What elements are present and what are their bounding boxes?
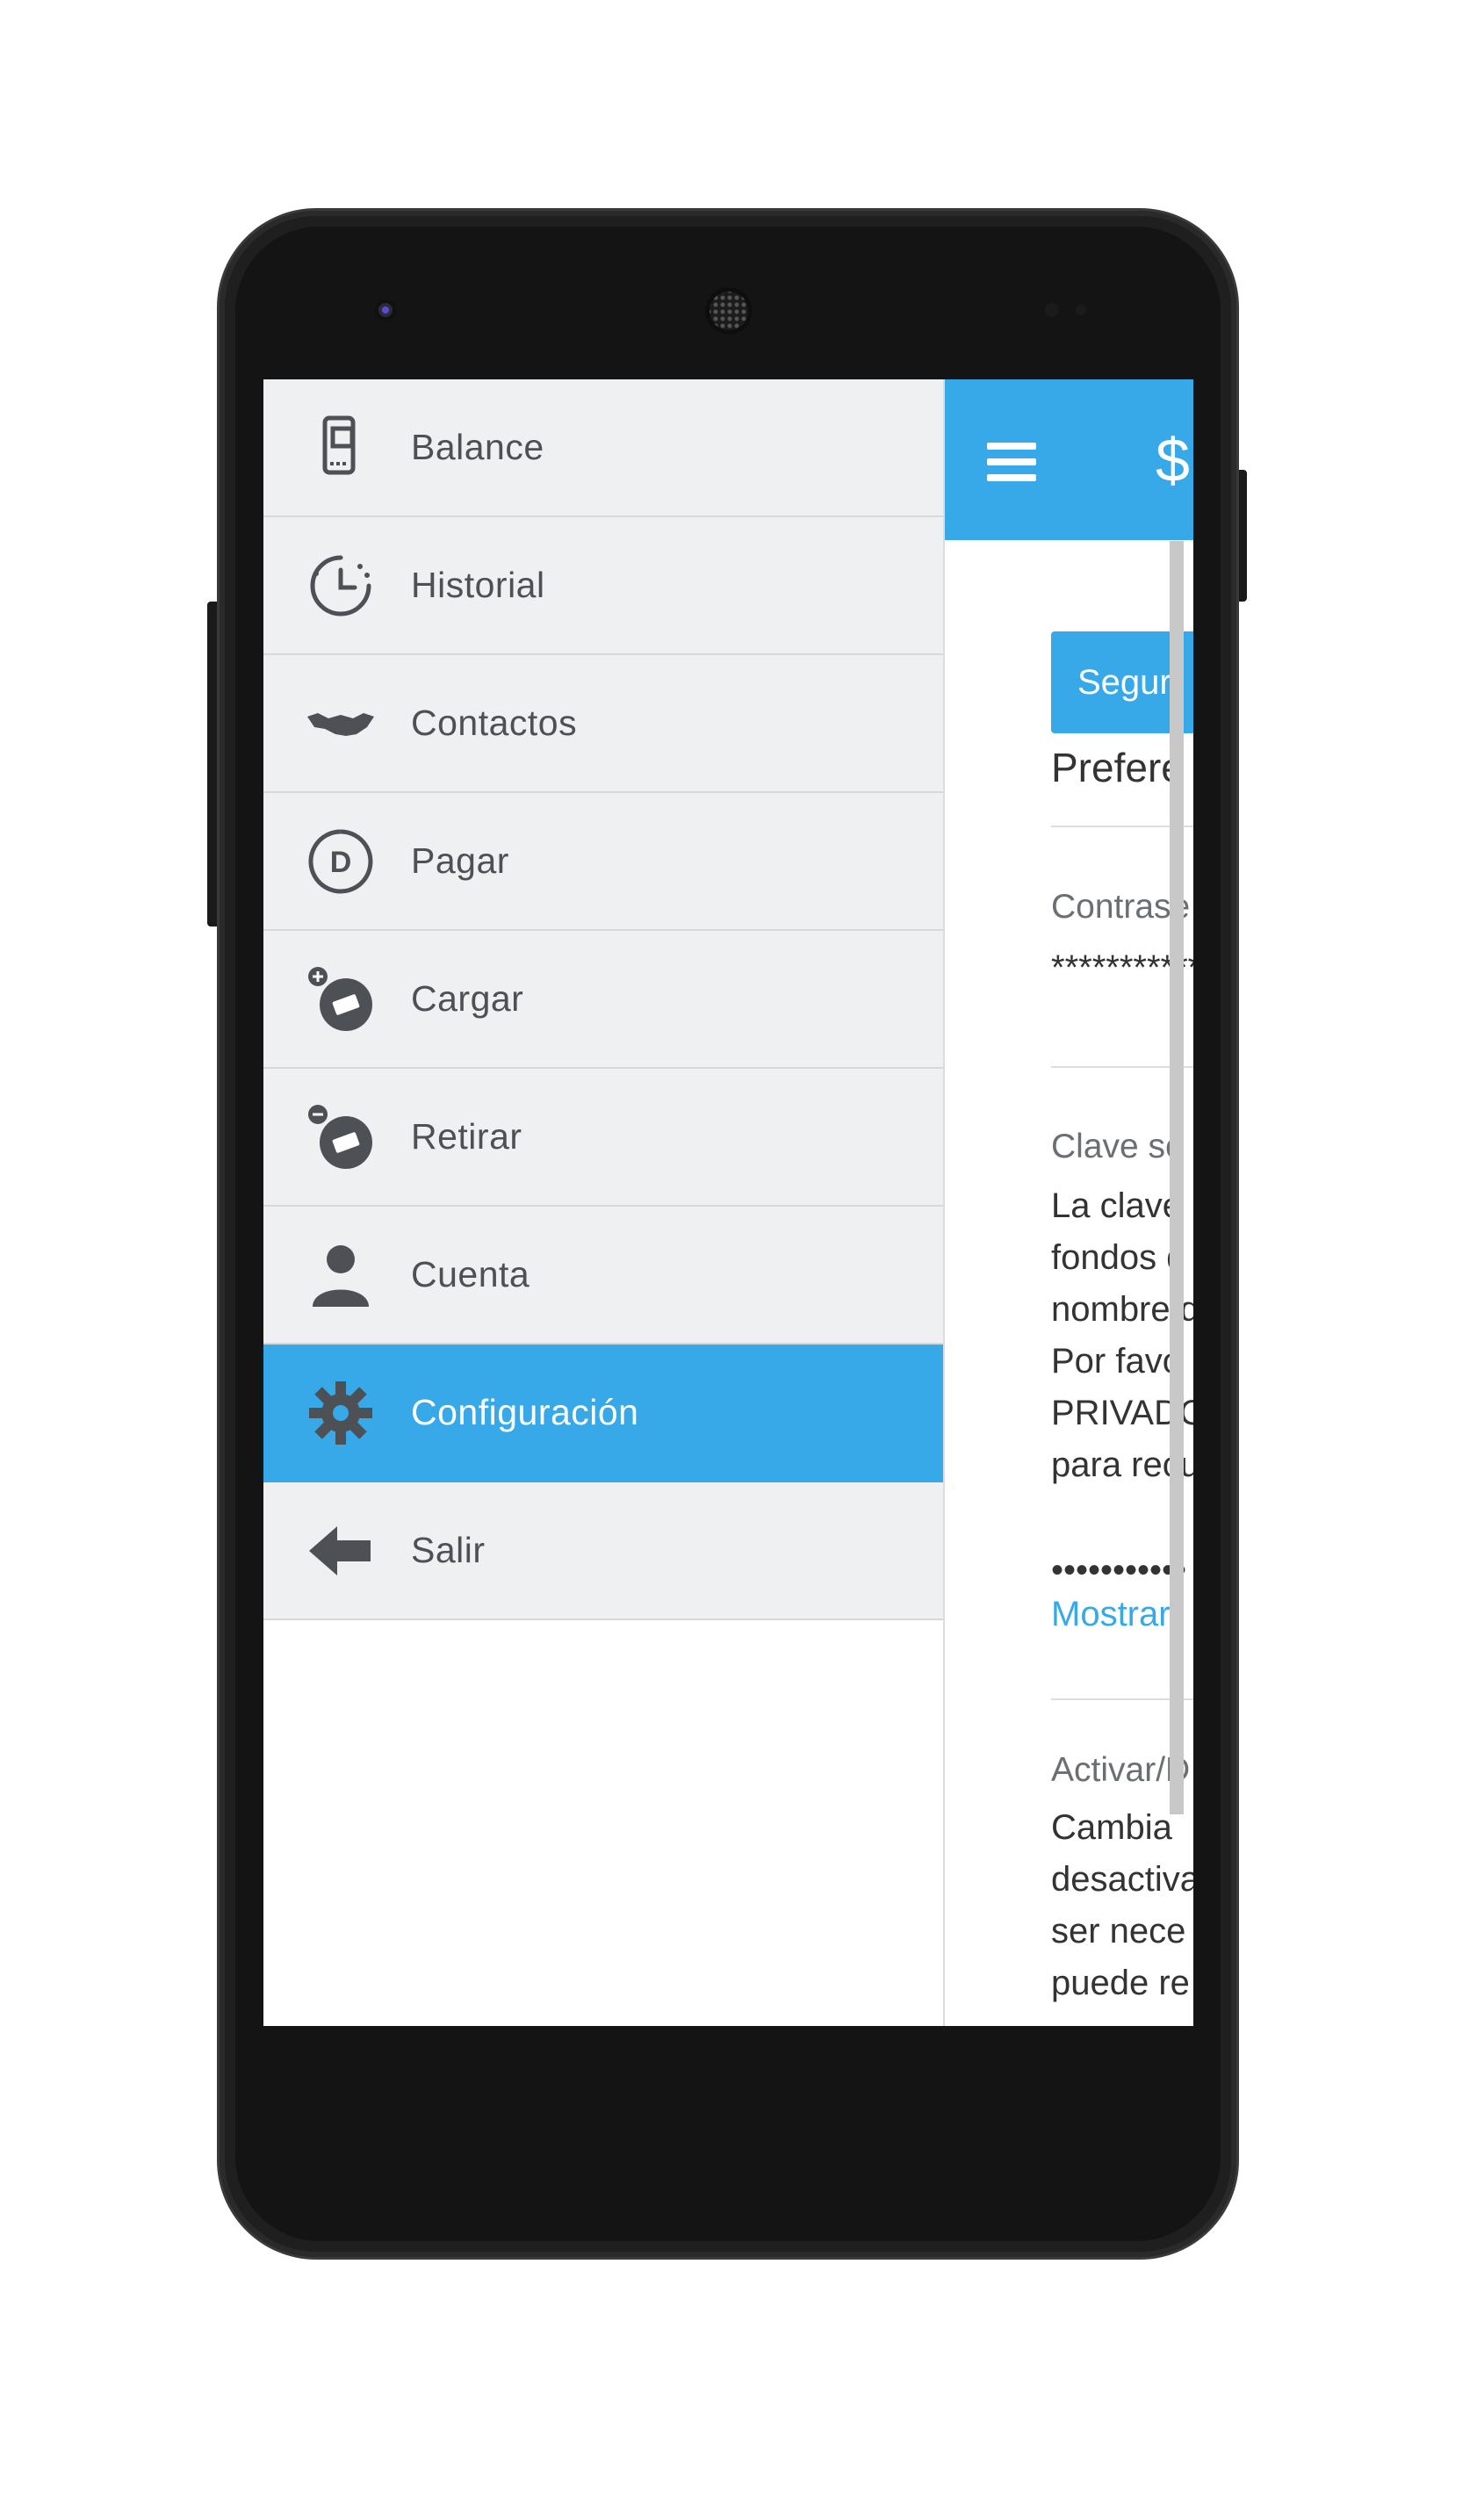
svg-text:D: D	[330, 846, 352, 879]
arrow-left-icon	[306, 1516, 376, 1586]
menu-label: Contactos	[411, 703, 578, 743]
menu-item-cuenta[interactable]: Cuenta	[263, 1207, 943, 1345]
menu-label: Configuración	[411, 1392, 639, 1432]
menu-item-cargar[interactable]: Cargar	[263, 931, 943, 1069]
toggle-section-description: Cambia desactiva ser nece puede re	[1051, 1808, 1193, 2002]
tab-label: Seguri	[1077, 663, 1179, 702]
load-money-icon	[306, 964, 376, 1035]
menu-label: Historial	[411, 565, 545, 605]
show-secret-link[interactable]: Mostrar	[1051, 1595, 1171, 1634]
menu-label: Cargar	[411, 978, 524, 1019]
proximity-sensor	[1045, 303, 1059, 317]
settings-page: $ Seguri Prefere Contrase *********** Cl…	[945, 379, 1193, 2026]
front-camera-icon	[374, 299, 397, 321]
menu-item-balance[interactable]: Balance	[263, 379, 943, 517]
menu-label: Salir	[411, 1530, 486, 1570]
top-app-bar: $	[945, 379, 1193, 540]
gear-icon	[306, 1378, 376, 1448]
light-sensor	[1076, 305, 1086, 315]
balance-phone-icon	[306, 413, 376, 483]
history-clock-icon	[306, 551, 376, 621]
menu-label: Cuenta	[411, 1254, 530, 1294]
menu-item-pagar[interactable]: D Pagar	[263, 793, 943, 931]
menu-item-configuracion[interactable]: Configuración	[263, 1345, 943, 1482]
phone-screen: Balance Historial Contactos D Pagar Carg…	[263, 379, 1193, 2026]
speaker-grille	[705, 287, 753, 335]
pay-coin-icon: D	[306, 826, 376, 897]
secret-key-label: Clave se	[1051, 1128, 1185, 1165]
menu-item-salir[interactable]: Salir	[263, 1482, 943, 1620]
withdraw-money-icon	[306, 1102, 376, 1172]
user-icon	[306, 1240, 376, 1310]
section-title: Prefere	[1051, 745, 1184, 790]
hamburger-menu-icon[interactable]	[987, 443, 1040, 481]
menu-item-contactos[interactable]: Contactos	[263, 655, 943, 793]
scrollbar[interactable]	[1170, 541, 1184, 1814]
menu-label: Pagar	[411, 840, 509, 881]
balance-amount: $	[1156, 426, 1190, 494]
navigation-drawer: Balance Historial Contactos D Pagar Carg…	[263, 379, 945, 2026]
power-button	[1235, 470, 1247, 602]
menu-item-retirar[interactable]: Retirar	[263, 1069, 943, 1207]
menu-label: Retirar	[411, 1116, 522, 1157]
menu-label: Balance	[411, 427, 544, 467]
handshake-icon	[306, 689, 376, 759]
menu-item-historial[interactable]: Historial	[263, 517, 943, 655]
secret-key-masked: •••••••••••	[1051, 1551, 1187, 1590]
